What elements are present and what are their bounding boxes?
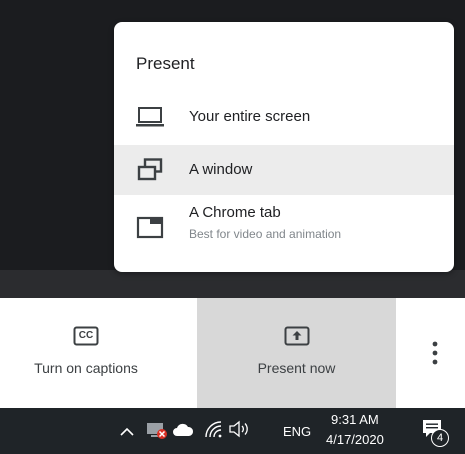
wifi-icon[interactable] (204, 420, 222, 443)
notification-count-badge: 4 (431, 429, 449, 447)
clock-time[interactable]: 9:31 AM (331, 412, 379, 427)
present-now-button[interactable]: Present now (197, 298, 396, 408)
volume-icon[interactable] (228, 420, 250, 443)
menu-item-sublabel: Best for video and animation (189, 227, 342, 241)
cloud-icon[interactable] (172, 423, 194, 442)
windows-taskbar: ENG 9:31 AM 4/17/2020 4 (0, 408, 465, 454)
laptop-icon (136, 105, 164, 129)
menu-item-label: A Chrome tab (189, 204, 281, 221)
present-now-label: Present now (257, 360, 336, 376)
stage-bottom-strip (0, 270, 465, 298)
meeting-controls: CC Turn on captions Present now (0, 298, 465, 408)
menu-item-label: Your entire screen (189, 108, 311, 125)
show-hidden-icons-chevron-icon[interactable] (120, 424, 134, 442)
present-menu: Present Your entire screen A window A Ch… (114, 22, 454, 272)
window-stack-icon (136, 158, 164, 182)
captions-icon-text: CC (78, 330, 94, 341)
present-screen-icon (284, 326, 310, 351)
captions-label: Turn on captions (34, 360, 138, 376)
menu-item-chrome-tab[interactable]: A Chrome tab Best for video and animatio… (114, 198, 454, 254)
closed-captions-icon: CC (73, 326, 99, 351)
network-error-icon[interactable] (146, 420, 168, 445)
menu-item-label: A window (189, 161, 253, 178)
browser-tab-icon (136, 216, 164, 240)
input-language-indicator[interactable]: ENG (283, 424, 311, 439)
menu-item-entire-screen[interactable]: Your entire screen (114, 92, 454, 142)
captions-button[interactable]: CC Turn on captions (0, 298, 172, 408)
clock-date[interactable]: 4/17/2020 (326, 432, 384, 447)
more-vert-icon (431, 340, 439, 371)
more-options-button[interactable] (415, 298, 455, 408)
menu-title: Present (136, 54, 195, 73)
menu-item-window[interactable]: A window (114, 145, 454, 195)
